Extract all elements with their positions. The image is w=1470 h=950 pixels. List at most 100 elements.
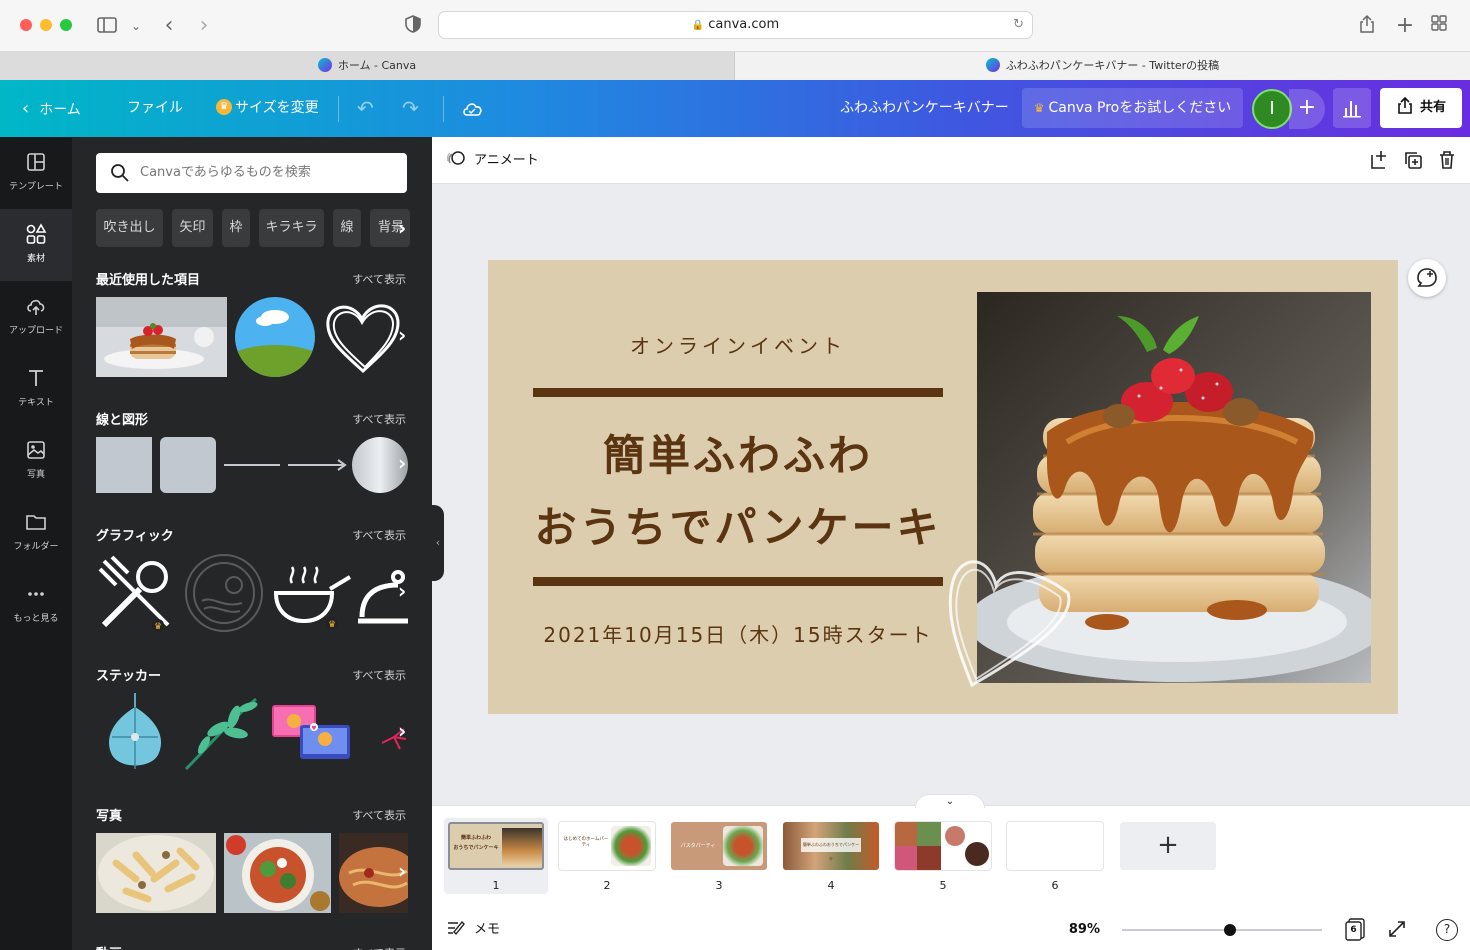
cloud-upload-icon	[27, 299, 45, 315]
duplicate-page-icon[interactable]	[1402, 149, 1424, 171]
event-label[interactable]: オンラインイベント	[488, 330, 988, 359]
chip-arrow[interactable]: 矢印	[172, 209, 213, 247]
chevron-right-icon[interactable]: ›	[398, 323, 406, 347]
chevron-right-icon[interactable]: ›	[398, 451, 406, 475]
chip-sparkle[interactable]: キラキラ	[259, 209, 324, 247]
graphic-bowl[interactable]: ♛	[270, 553, 354, 633]
zoom-slider-track[interactable]	[1122, 924, 1322, 936]
sidebar-toggle-icon[interactable]	[96, 14, 120, 38]
page-thumb-6[interactable]	[1007, 822, 1103, 870]
event-date[interactable]: 2021年10月15日（木）15時スタート	[488, 619, 988, 648]
notes-label: メモ	[474, 922, 501, 937]
shield-icon[interactable]	[403, 14, 427, 38]
rail-item-uploads[interactable]: アップロード	[0, 281, 72, 353]
see-all-graphics[interactable]: すべて表示	[352, 527, 406, 543]
divider-top[interactable]	[533, 388, 943, 397]
page-count-button[interactable]: 6	[1344, 917, 1366, 941]
design-artboard[interactable]: オンラインイベント 簡単ふわふわ おうちでパンケーキ 2021年10月15日（木…	[488, 260, 1398, 714]
rail-item-folders[interactable]: フォルダー	[0, 497, 72, 569]
help-button[interactable]: ?	[1436, 919, 1458, 941]
redo-icon[interactable]: ↷	[402, 80, 419, 137]
chip-frame[interactable]: 枠	[222, 209, 250, 247]
shape-square[interactable]	[96, 437, 152, 493]
rail-item-text[interactable]: テキスト	[0, 353, 72, 425]
tab-pancake-banner[interactable]: ふわふわパンケーキバナー - Twitterの投稿	[735, 52, 1470, 80]
sticker-ornament[interactable]	[100, 693, 170, 773]
rail-item-elements[interactable]: 素材	[0, 209, 72, 281]
see-all-photos[interactable]: すべて表示	[352, 807, 406, 823]
shape-line[interactable]	[224, 464, 280, 466]
try-pro-button[interactable]: ♛ Canva Proをお試しください	[1022, 88, 1243, 128]
forward-icon[interactable]: ›	[192, 14, 216, 38]
design-title[interactable]: ふわふわパンケーキバナー	[840, 80, 1009, 137]
shape-arrow-line[interactable]	[288, 457, 348, 473]
chevron-right-icon[interactable]: ›	[398, 216, 406, 240]
see-all-videos[interactable]: すべて表示	[352, 945, 406, 950]
invite-plus-button[interactable]: +	[1289, 89, 1325, 129]
title-line-1[interactable]: 簡単ふわふわ	[488, 422, 988, 483]
share-button[interactable]: 共有	[1380, 88, 1462, 128]
add-comment-button[interactable]	[1408, 259, 1446, 297]
sticker-leaves[interactable]	[182, 693, 262, 773]
chevron-right-icon[interactable]: ›	[398, 859, 406, 883]
close-window-button[interactable]	[20, 19, 32, 31]
chevron-down-icon[interactable]: ⌄	[124, 14, 148, 38]
minimize-window-button[interactable]	[40, 19, 52, 31]
sticker-video-call[interactable]: ♥	[270, 703, 354, 763]
recent-item-pancake-photo[interactable]	[96, 297, 227, 377]
page-thumb-2[interactable]: はじめてのホームパーティ	[559, 822, 655, 870]
zoom-window-button[interactable]	[60, 19, 72, 31]
thumb-1-photo	[502, 828, 542, 866]
rail-item-more[interactable]: もっと見る	[0, 569, 72, 641]
address-bar[interactable]: 🔒 canva.com ↻	[438, 11, 1033, 39]
reload-icon[interactable]: ↻	[1013, 12, 1024, 38]
fullscreen-icon[interactable]	[1387, 919, 1407, 939]
add-page-button[interactable]: +	[1120, 822, 1216, 870]
page-thumb-3[interactable]: パスタパーティ	[671, 822, 767, 870]
divider-bottom[interactable]	[533, 577, 943, 586]
cloud-saved-icon[interactable]	[460, 80, 484, 137]
animate-label: アニメート	[474, 153, 539, 168]
graphic-plate-food[interactable]	[184, 553, 264, 633]
tab-overview-icon[interactable]	[1430, 14, 1454, 38]
notes-button[interactable]: メモ	[446, 920, 500, 940]
recent-item-heart-sketch[interactable]	[322, 297, 404, 377]
chevron-right-icon[interactable]: ›	[398, 719, 406, 743]
graphic-utensils[interactable]: ♛	[96, 553, 176, 633]
shape-rounded-square[interactable]	[160, 437, 216, 493]
page-thumb-4[interactable]: 簡単ふわふわおうちでパンケーキ	[783, 822, 879, 870]
photo-pasta[interactable]	[96, 833, 216, 913]
see-all-recent[interactable]: すべて表示	[352, 271, 406, 287]
page-thumb-5[interactable]	[895, 822, 991, 870]
photo-salad[interactable]	[224, 833, 331, 913]
rail-item-templates[interactable]: テンプレート	[0, 137, 72, 209]
new-tab-icon[interactable]: +	[1393, 14, 1417, 38]
back-icon[interactable]: ‹	[157, 14, 181, 38]
chip-speech-bubble[interactable]: 吹き出し	[96, 209, 163, 247]
zoom-percent[interactable]: 89%	[1050, 920, 1100, 940]
home-button[interactable]: ‹ ホーム	[22, 80, 81, 137]
file-menu-button[interactable]: ファイル	[127, 80, 183, 137]
share-icon[interactable]	[1357, 14, 1381, 38]
zoom-slider-thumb[interactable]	[1224, 924, 1236, 936]
recent-item-landscape-circle[interactable]	[235, 297, 315, 377]
page-thumb-1[interactable]: 簡単ふわふわ おうちでパンケーキ	[448, 822, 544, 870]
tab-home[interactable]: ホーム - Canva	[0, 52, 735, 80]
animate-button[interactable]: アニメート	[446, 150, 596, 172]
undo-icon[interactable]: ↶	[357, 80, 374, 137]
chip-line[interactable]: 線	[333, 209, 361, 247]
heart-sketch-graphic[interactable]	[944, 545, 1074, 690]
avatar[interactable]: I	[1252, 89, 1292, 129]
search-input[interactable]: Canvaであらゆるものを検索	[96, 153, 407, 193]
add-page-icon[interactable]	[1368, 149, 1390, 171]
rail-item-photos[interactable]: 写真	[0, 425, 72, 497]
see-all-stickers[interactable]: すべて表示	[352, 667, 406, 683]
see-all-shapes[interactable]: すべて表示	[352, 411, 406, 427]
chevron-right-icon[interactable]: ›	[398, 579, 406, 603]
collapse-pages-chevron-icon[interactable]: ⌄	[915, 794, 985, 808]
insights-button[interactable]	[1333, 88, 1371, 128]
collapse-panel-handle[interactable]: ‹	[432, 505, 444, 581]
resize-button[interactable]: ♛ サイズを変更	[216, 80, 319, 137]
title-line-2[interactable]: おうちでパンケーキ	[488, 494, 988, 555]
delete-page-icon[interactable]	[1436, 149, 1458, 171]
